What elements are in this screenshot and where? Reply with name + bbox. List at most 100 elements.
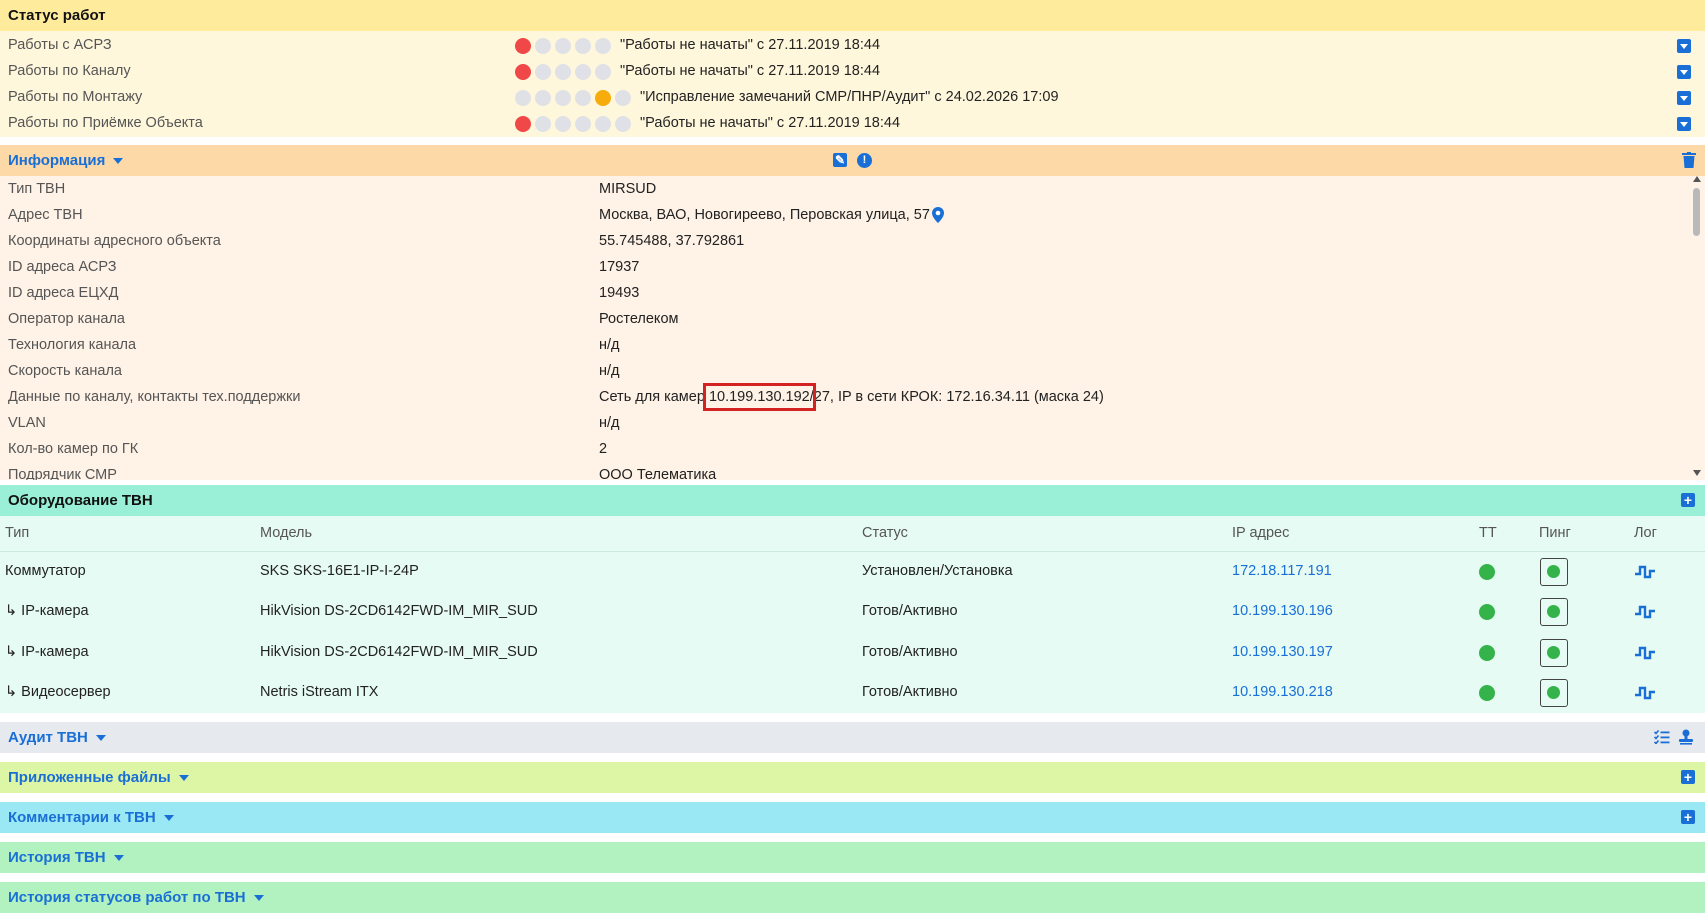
table-row[interactable]: ↳ Видеосервер Netris iStream ITX Готов/А…	[0, 673, 1705, 713]
info-section-title[interactable]: Информация	[8, 152, 105, 169]
info-row-label: Тип ТВН	[8, 181, 66, 197]
equipment-model: HikVision DS-2CD6142FWD-IM_MIR_SUD	[260, 644, 538, 660]
equipment-type: ↳ IP-камера	[5, 603, 89, 619]
log-icon[interactable]	[1634, 564, 1656, 580]
info-row: Тип ТВН MIRSUD	[0, 176, 1690, 202]
ping-button[interactable]	[1540, 558, 1568, 586]
status-progress-dots	[515, 116, 631, 132]
history-section-header[interactable]: История ТВН	[0, 842, 1705, 873]
caret-down-icon[interactable]	[113, 157, 124, 164]
caret-down-icon[interactable]	[253, 894, 264, 901]
expand-dropdown-button[interactable]	[1677, 117, 1691, 131]
scrollbar-thumb[interactable]	[1693, 188, 1700, 236]
info-row-value: Москва, ВАО, Новогиреево, Перовская улиц…	[599, 207, 930, 223]
channel-data-suffix: /27, IP в сети КРОК: 172.16.34.11 (маска…	[809, 389, 1104, 405]
status-section: Статус работ Работы с АСРЗ "Работы не на…	[0, 0, 1705, 137]
caret-down-icon[interactable]	[178, 774, 189, 781]
info-row: Адрес ТВН Москва, ВАО, Новогиреево, Перов…	[0, 202, 1690, 228]
info-row-value: Ростелеком	[599, 311, 679, 327]
files-section-header[interactable]: Приложенные файлы	[0, 762, 1705, 793]
info-row-value: н/д	[599, 363, 620, 379]
info-section: Информация ✎ ! Тип ТВН MIRSUD Адрес ТВН Мо…	[0, 145, 1705, 480]
equipment-type: Коммутатор	[5, 563, 86, 579]
map-pin-icon[interactable]	[932, 207, 944, 223]
history-section-title[interactable]: История ТВН	[8, 849, 106, 866]
caret-down-icon[interactable]	[163, 814, 174, 821]
info-row: Технология канала н/д	[0, 332, 1690, 358]
equipment-type: ↳ Видеосервер	[5, 684, 111, 700]
ping-button[interactable]	[1540, 679, 1568, 707]
status-section-header: Статус работ	[0, 0, 1705, 31]
status-row-text: "Исправление замечаний СМР/ПНР/Аудит" с …	[640, 89, 1059, 105]
log-icon[interactable]	[1634, 604, 1656, 620]
table-row[interactable]: ↳ IP-камера HikVision DS-2CD6142FWD-IM_M…	[0, 592, 1705, 632]
equipment-ip-link[interactable]: 10.199.130.218	[1232, 684, 1333, 700]
info-row-value: ООО Телематика	[599, 467, 717, 480]
channel-data-prefix: Сеть для камер	[599, 389, 709, 405]
comments-section-title[interactable]: Комментарии к ТВН	[8, 809, 156, 826]
status-progress-dots	[515, 90, 631, 106]
alert-icon[interactable]: !	[857, 153, 872, 168]
ping-button[interactable]	[1540, 639, 1568, 667]
status-row-label: Работы по Приёмке Объекта	[8, 115, 203, 131]
info-row-label: ID адреса ЕЦХД	[8, 285, 119, 301]
files-section-title[interactable]: Приложенные файлы	[8, 769, 171, 786]
status-row: Работы по Монтажу "Исправление замечаний…	[0, 84, 1705, 110]
info-row: ID адреса ЕЦХД 19493	[0, 280, 1690, 306]
info-row-label: Адрес ТВН	[8, 207, 83, 223]
expand-dropdown-button[interactable]	[1677, 39, 1691, 53]
log-icon[interactable]	[1634, 685, 1656, 701]
info-row: Координаты адресного объекта 55.745488, 3…	[0, 228, 1690, 254]
equipment-model: Netris iStream ITX	[260, 684, 379, 700]
caret-down-icon[interactable]	[113, 854, 124, 861]
status-row-label: Работы по Каналу	[8, 63, 131, 79]
add-equipment-icon[interactable]: +	[1681, 493, 1695, 507]
expand-dropdown-button[interactable]	[1677, 91, 1691, 105]
status-history-section-header[interactable]: История статусов работ по ТВН	[0, 882, 1705, 913]
status-row: Работы по Каналу "Работы не начаты" с 27…	[0, 58, 1705, 84]
caret-down-icon[interactable]	[95, 734, 106, 741]
comments-section-header[interactable]: Комментарии к ТВН	[0, 802, 1705, 833]
info-row-value: MIRSUD	[599, 181, 657, 197]
audit-section-title[interactable]: Аудит ТВН	[8, 729, 88, 746]
edit-icon[interactable]: ✎	[833, 153, 847, 167]
status-row-text: "Работы не начаты" с 27.11.2019 18:44	[640, 115, 901, 131]
info-row: Данные по каналу, контакты тех.поддержки…	[0, 383, 1690, 411]
info-row: VLAN н/д	[0, 410, 1690, 436]
audit-section-header[interactable]: Аудит ТВН	[0, 722, 1705, 753]
equipment-ip-link[interactable]: 10.199.130.197	[1232, 644, 1333, 660]
info-row-value: 17937	[599, 259, 640, 275]
tt-status-dot	[1479, 604, 1495, 620]
table-row[interactable]: ↳ IP-камера HikVision DS-2CD6142FWD-IM_M…	[0, 633, 1705, 673]
equipment-model: SKS SKS-16E1-IP-I-24P	[260, 563, 419, 579]
tt-status-dot	[1479, 645, 1495, 661]
status-progress-dots	[515, 38, 611, 54]
stamp-icon[interactable]	[1678, 729, 1694, 745]
info-row: Скорость канала н/д	[0, 358, 1690, 384]
info-row-value: 2	[599, 441, 608, 457]
expand-dropdown-button[interactable]	[1677, 65, 1691, 79]
equipment-status: Установлен/Установка	[862, 563, 1013, 579]
trash-icon[interactable]	[1682, 152, 1696, 168]
info-scrollbar[interactable]	[1690, 176, 1703, 478]
status-section-title: Статус работ	[8, 7, 106, 24]
info-row-label: Технология канала	[8, 337, 137, 353]
ping-button[interactable]	[1540, 598, 1568, 626]
equipment-ip-link[interactable]: 10.199.130.196	[1232, 603, 1333, 619]
equipment-type: ↳ IP-камера	[5, 644, 89, 660]
status-history-section-title[interactable]: История статусов работ по ТВН	[8, 889, 246, 906]
log-icon[interactable]	[1634, 645, 1656, 661]
table-row[interactable]: Коммутатор SKS SKS-16E1-IP-I-24P Установ…	[0, 552, 1705, 592]
tt-status-dot	[1479, 564, 1495, 580]
checklist-icon[interactable]	[1654, 730, 1670, 744]
equipment-status: Готов/Активно	[862, 644, 958, 660]
info-row-label: Кол-во камер по ГК	[8, 441, 139, 457]
equipment-ip-link[interactable]: 172.18.117.191	[1232, 563, 1332, 579]
info-row-value: 19493	[599, 285, 640, 301]
add-comment-icon[interactable]: +	[1681, 810, 1695, 824]
info-row-label: Данные по каналу, контакты тех.поддержки	[8, 389, 301, 405]
add-file-icon[interactable]: +	[1681, 770, 1695, 784]
info-row-label: ID адреса АСРЗ	[8, 259, 117, 275]
status-row-label: Работы с АСРЗ	[8, 37, 112, 53]
info-section-header: Информация	[0, 145, 1705, 176]
